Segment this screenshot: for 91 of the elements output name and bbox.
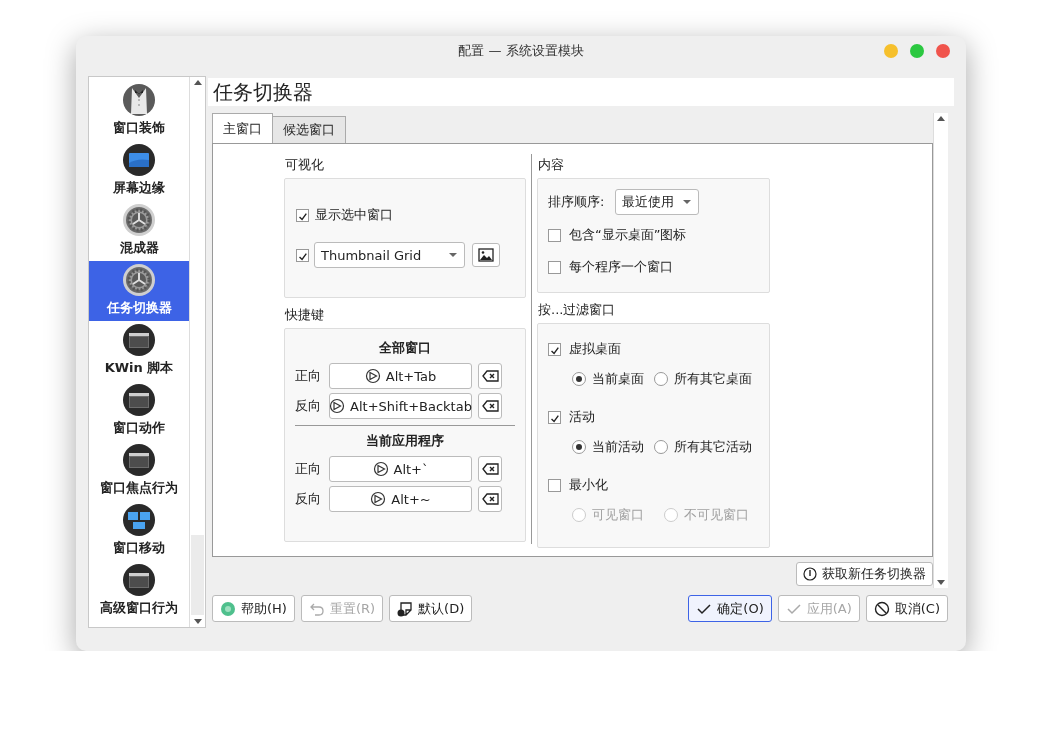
shortcut-button[interactable]: Alt+~: [329, 486, 472, 512]
window-icon: [123, 324, 155, 356]
shortcut-icon: [370, 491, 387, 507]
sidebar-item[interactable]: 高级窗口行为: [89, 561, 189, 621]
sidebar-item[interactable]: KWin 脚本: [89, 321, 189, 381]
field-label: 反向: [295, 490, 322, 508]
checkbox-label: 活动: [569, 408, 595, 426]
tab[interactable]: 主窗口: [212, 113, 273, 143]
radio-label: 当前桌面: [592, 370, 644, 388]
checkbox-label: 最小化: [569, 476, 608, 494]
dropdown-arrow-icon: [682, 199, 693, 205]
help-button[interactable]: 帮助(H): [212, 595, 295, 622]
radio-label: 所有其它活动: [674, 438, 752, 456]
checkbox[interactable]: [548, 228, 561, 242]
layout-dropdown[interactable]: Thumbnail Grid: [314, 242, 465, 268]
radio-label: 当前活动: [592, 438, 644, 456]
tuxedo-icon: [123, 84, 155, 116]
shortcut-button[interactable]: Alt+Shift+Backtab: [329, 393, 472, 419]
clear-button[interactable]: [478, 363, 502, 389]
checkbox-label: 显示选中窗口: [315, 206, 393, 224]
backspace-icon: [481, 462, 499, 476]
checkbox-label: 虚拟桌面: [569, 340, 621, 358]
radio-button[interactable]: [572, 440, 586, 454]
field-label: 排序顺序:: [548, 193, 605, 211]
checkbox-label: 包含“显示桌面”图标: [569, 226, 687, 244]
gear-icon: [123, 264, 155, 296]
ok-button[interactable]: 确定(O): [688, 595, 772, 622]
defaults-button[interactable]: 默认(D): [389, 595, 473, 622]
window-icon: [123, 384, 155, 416]
document-icon: [397, 600, 414, 617]
radio-button[interactable]: [572, 508, 586, 522]
radio-button[interactable]: [664, 508, 678, 522]
checkbox[interactable]: [548, 410, 561, 424]
radio-button[interactable]: [654, 440, 668, 454]
radio-label: 所有其它桌面: [674, 370, 752, 388]
checkbox[interactable]: [548, 342, 561, 356]
backspace-icon: [481, 369, 499, 383]
group-title: 按...过滤窗口: [537, 301, 617, 319]
get-new-button[interactable]: 获取新任务切换器: [796, 562, 933, 586]
shortcut-button[interactable]: Alt+Tab: [329, 363, 472, 389]
screen-icon: [123, 144, 155, 176]
checkbox[interactable]: [296, 248, 309, 262]
sidebar-item[interactable]: 窗口装饰: [89, 81, 189, 141]
shortcut-icon: [372, 461, 389, 477]
shortcut-button[interactable]: Alt+`: [329, 456, 472, 482]
window-icon: [123, 564, 155, 596]
cancel-icon: [873, 600, 890, 617]
cancel-button[interactable]: 取消(C): [865, 595, 948, 622]
radio-button[interactable]: [654, 372, 668, 386]
sort-dropdown[interactable]: 最近使用: [615, 189, 700, 215]
checkbox[interactable]: [548, 478, 561, 492]
clear-button[interactable]: [478, 393, 502, 419]
window-title: 配置 — 系统设置模块: [458, 42, 584, 60]
clear-button[interactable]: [478, 456, 502, 482]
gear-icon: [123, 204, 155, 236]
window-icon: [123, 444, 155, 476]
sidebar-item[interactable]: 窗口移动: [89, 501, 189, 561]
close-button[interactable]: [936, 44, 950, 58]
clear-button[interactable]: [478, 486, 502, 512]
backspace-icon: [481, 492, 499, 506]
section-heading: 全部窗口: [378, 339, 432, 357]
radio-label: 可见窗口: [592, 506, 644, 524]
radio-button[interactable]: [572, 372, 586, 386]
radio-label: 不可见窗口: [684, 506, 749, 524]
preview-button[interactable]: [472, 243, 500, 267]
shortcut-icon: [329, 398, 346, 414]
backspace-icon: [481, 399, 499, 413]
sidebar-item[interactable]: 窗口焦点行为: [89, 441, 189, 501]
sidebar-item[interactable]: 混成器: [89, 201, 189, 261]
tab[interactable]: 候选窗口: [272, 116, 346, 143]
help-icon: [220, 600, 236, 617]
group-title: 内容: [537, 156, 565, 174]
info-icon: [803, 567, 817, 581]
group-title: 可视化: [284, 156, 325, 174]
page-heading: 任务切换器: [208, 78, 954, 106]
checkbox[interactable]: [548, 260, 561, 274]
checkbox-label: 每个程序一个窗口: [569, 258, 673, 276]
field-label: 正向: [295, 367, 322, 385]
shortcut-icon: [364, 368, 381, 384]
sidebar-item[interactable]: 任务切换器: [89, 261, 189, 321]
image-icon: [478, 248, 494, 262]
group-title: 快捷键: [284, 306, 325, 324]
field-label: 正向: [295, 460, 322, 478]
section-heading: 当前应用程序: [365, 432, 445, 450]
scrollbar-thumb[interactable]: [191, 535, 204, 615]
tiles-icon: [123, 504, 155, 536]
sidebar-item[interactable]: 窗口动作: [89, 381, 189, 441]
sidebar-item[interactable]: 屏幕边缘: [89, 141, 189, 201]
field-label: 反向: [295, 397, 322, 415]
checkbox[interactable]: [296, 208, 309, 222]
dropdown-arrow-icon: [448, 252, 458, 258]
